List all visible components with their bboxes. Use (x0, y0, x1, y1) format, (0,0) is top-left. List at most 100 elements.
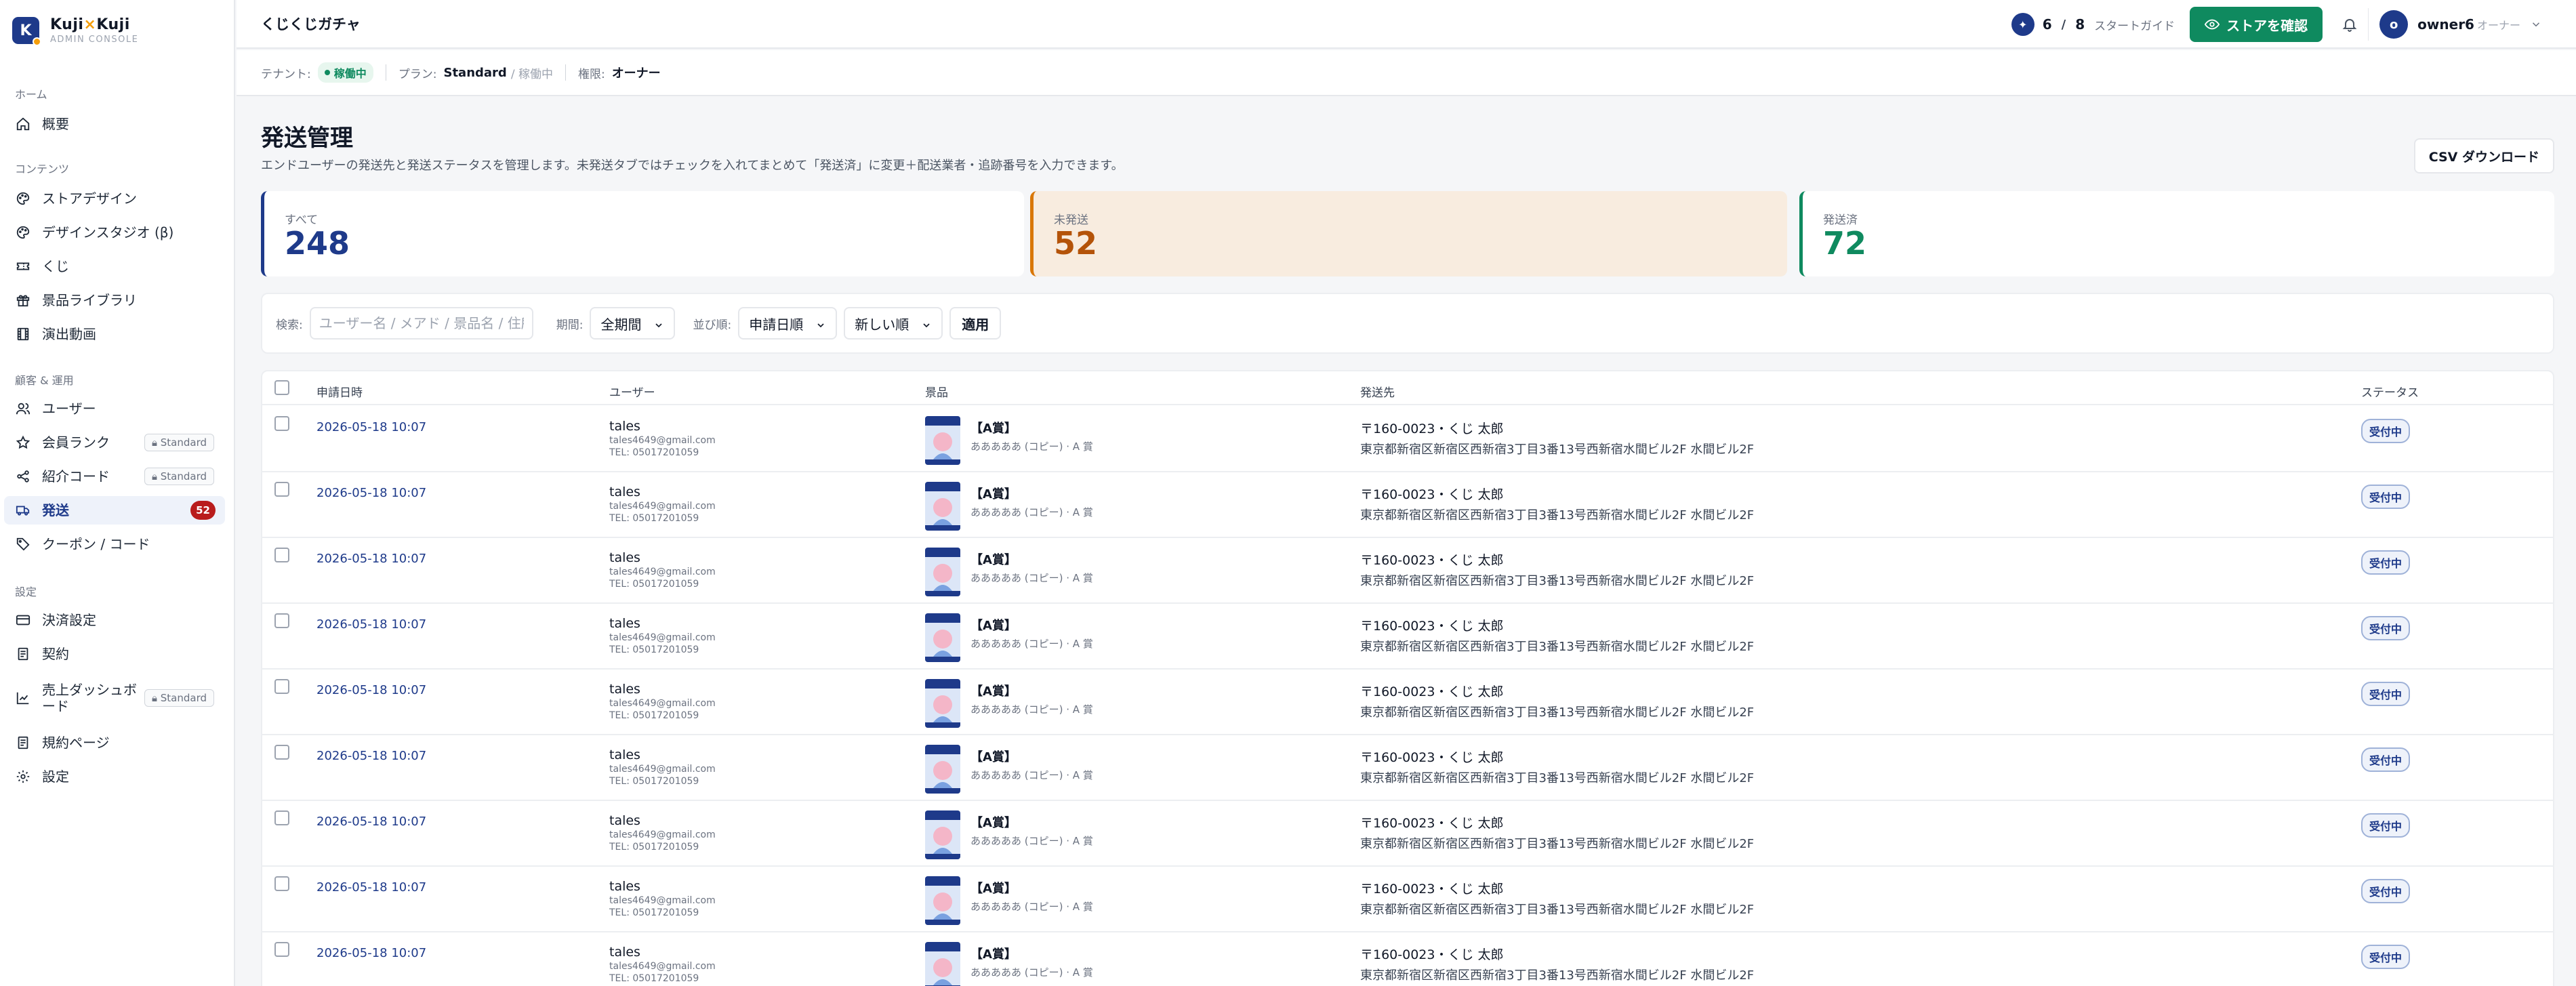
period-select[interactable]: 全期間 (590, 307, 676, 340)
sidebar-item-label: ストアデザイン (42, 190, 137, 207)
request-date-link[interactable]: 2026-05-18 10:07 (316, 486, 426, 500)
user-phone: TEL: 05017201059 (609, 447, 699, 458)
sidebar-item-terms-page[interactable]: 規約ページ (4, 728, 225, 757)
user-name: owner6 (2417, 16, 2474, 33)
row-checkbox[interactable] (274, 482, 289, 497)
column-header-prize[interactable]: 景品 (925, 383, 948, 400)
view-store-button[interactable]: ストアを確認 (2190, 7, 2323, 42)
row-checkbox[interactable] (274, 876, 289, 891)
notifications-button[interactable] (2336, 8, 2369, 41)
sidebar-item-settings[interactable]: 設定 (4, 762, 225, 791)
document-icon (15, 646, 31, 662)
shipping-count-badge: 52 (190, 501, 216, 520)
table-row[interactable]: 2026-05-18 10:07 tales tales4649@gmail.c… (262, 538, 2553, 604)
prize-name: 【A賞】 (970, 619, 1017, 633)
row-checkbox[interactable] (274, 810, 289, 825)
column-header-date[interactable]: 申請日時 (316, 383, 363, 400)
sort-value: 申請日順 (749, 316, 804, 333)
ticket-icon (15, 258, 31, 274)
request-date-link[interactable]: 2026-05-18 10:07 (316, 420, 426, 434)
sidebar-item-effect-video[interactable]: 演出動画 (4, 320, 225, 348)
stat-card-pending[interactable]: 未発送 52 (1030, 191, 1787, 276)
table-row[interactable]: 2026-05-18 10:07 tales tales4649@gmail.c… (262, 604, 2553, 670)
stat-card-shipped[interactable]: 発送済 72 (1799, 191, 2554, 276)
column-header-destination[interactable]: 発送先 (1360, 383, 1395, 400)
sidebar-item-prize-library[interactable]: 景品ライブラリ (4, 286, 225, 314)
search-input[interactable] (309, 307, 533, 340)
sidebar-item-overview[interactable]: 概要 (4, 110, 225, 138)
lock-icon: 🔒︎ (151, 692, 157, 704)
row-checkbox[interactable] (274, 745, 289, 760)
prize-subtitle: あああああ (コピー) · A 賞 (970, 638, 1093, 650)
user-menu[interactable]: o owner6 オーナー (2379, 10, 2542, 39)
start-guide[interactable]: ✦ 6 / 8 スタートガイド (2011, 13, 2175, 36)
palette-icon (15, 224, 31, 241)
request-date-link[interactable]: 2026-05-18 10:07 (316, 946, 426, 960)
table-row[interactable]: 2026-05-18 10:07 tales tales4649@gmail.c… (262, 670, 2553, 735)
brand[interactable]: K Kuji×Kuji ADMIN CONSOLE (12, 14, 138, 47)
select-all-checkbox[interactable] (274, 380, 289, 395)
table-row[interactable]: 2026-05-18 10:07 tales tales4649@gmail.c… (262, 735, 2553, 801)
sidebar-item-store-design[interactable]: ストアデザイン (4, 184, 225, 213)
sidebar-item-contract[interactable]: 契約 (4, 640, 225, 668)
row-checkbox[interactable] (274, 416, 289, 431)
destination-cell: 〒160-0023・くじ 太郎 東京都新宿区新宿区西新宿3丁目3番13号西新宿水… (1360, 419, 1754, 457)
request-date-link[interactable]: 2026-05-18 10:07 (316, 683, 426, 697)
request-date-link[interactable]: 2026-05-18 10:07 (316, 815, 426, 829)
sidebar-item-design-studio[interactable]: デザインスタジオ (β) (4, 218, 225, 247)
user-name: tales (609, 419, 640, 434)
sidebar-item-member-rank[interactable]: 会員ランク 🔒︎ Standard (4, 428, 225, 457)
guide-done-count: 6 (2042, 16, 2052, 33)
prize-thumbnail (925, 482, 960, 531)
row-checkbox[interactable] (274, 613, 289, 628)
request-date-link[interactable]: 2026-05-18 10:07 (316, 617, 426, 632)
status-badge: 受付中 (2361, 616, 2411, 640)
request-date-link[interactable]: 2026-05-18 10:07 (316, 880, 426, 895)
request-date-link[interactable]: 2026-05-18 10:07 (316, 749, 426, 763)
table-row[interactable]: 2026-05-18 10:07 tales tales4649@gmail.c… (262, 801, 2553, 867)
destination-cell: 〒160-0023・くじ 太郎 東京都新宿区新宿区西新宿3丁目3番13号西新宿水… (1360, 813, 1754, 852)
sidebar-item-shipping[interactable]: 発送 52 (4, 496, 225, 525)
share-icon (15, 468, 31, 485)
prize-name: 【A賞】 (970, 553, 1017, 567)
row-checkbox[interactable] (274, 679, 289, 694)
prize-name: 【A賞】 (970, 816, 1017, 830)
sidebar-item-label: クーポン / コード (42, 536, 150, 552)
sidebar-item-sales-dashboard[interactable]: 売上ダッシュボード 🔒︎ Standard (4, 678, 225, 718)
user-cell: tales tales4649@gmail.com TEL: 050172010… (609, 945, 716, 984)
order-select[interactable]: 新しい順 (844, 307, 943, 340)
sidebar-item-payment-settings[interactable]: 決済設定 (4, 606, 225, 634)
card-icon (15, 612, 31, 628)
destination-address: 東京都新宿区新宿区西新宿3丁目3番13号西新宿水間ビル2F 水間ビル2F (1360, 705, 1755, 720)
user-cell: tales tales4649@gmail.com TEL: 050172010… (609, 813, 716, 853)
nav-group-content: コンテンツ (15, 163, 70, 176)
request-date-link[interactable]: 2026-05-18 10:07 (316, 552, 426, 566)
sidebar-item-users[interactable]: ユーザー (4, 394, 225, 423)
document-icon (15, 735, 31, 751)
sidebar-item-kuji[interactable]: くじ (4, 252, 225, 281)
column-header-status[interactable]: ステータス (2361, 383, 2419, 400)
table-row[interactable]: 2026-05-18 10:07 tales tales4649@gmail.c… (262, 867, 2553, 932)
prize-subtitle: あああああ (コピー) · A 賞 (970, 901, 1093, 913)
table-row[interactable]: 2026-05-18 10:07 tales tales4649@gmail.c… (262, 932, 2553, 986)
column-header-user[interactable]: ユーザー (609, 383, 655, 400)
stat-value: 52 (1054, 225, 1098, 262)
apply-button[interactable]: 適用 (949, 307, 1002, 340)
table-row[interactable]: 2026-05-18 10:07 tales tales4649@gmail.c… (262, 472, 2553, 538)
row-checkbox[interactable] (274, 942, 289, 957)
film-icon (15, 326, 31, 342)
home-icon (15, 116, 31, 132)
csv-download-button[interactable]: CSV ダウンロード (2413, 138, 2554, 173)
tenant-status-badge: 稼働中 (317, 62, 373, 83)
guide-total-count: 8 (2075, 16, 2085, 33)
sidebar-item-referral-code[interactable]: 紹介コード 🔒︎ Standard (4, 462, 225, 491)
stat-value: 72 (1823, 225, 1867, 262)
table-row[interactable]: 2026-05-18 10:07 tales tales4649@gmail.c… (262, 407, 2553, 472)
prize-cell: 【A賞】 あああああ (コピー) · A 賞 (970, 682, 1093, 716)
sort-select[interactable]: 申請日順 (738, 307, 838, 340)
stat-card-all[interactable]: すべて 248 (261, 191, 1024, 276)
destination-address: 東京都新宿区新宿区西新宿3丁目3番13号西新宿水間ビル2F 水間ビル2F (1360, 443, 1755, 457)
sidebar-item-coupon[interactable]: クーポン / コード (4, 530, 225, 558)
row-checkbox[interactable] (274, 548, 289, 562)
palette-icon (15, 190, 31, 207)
